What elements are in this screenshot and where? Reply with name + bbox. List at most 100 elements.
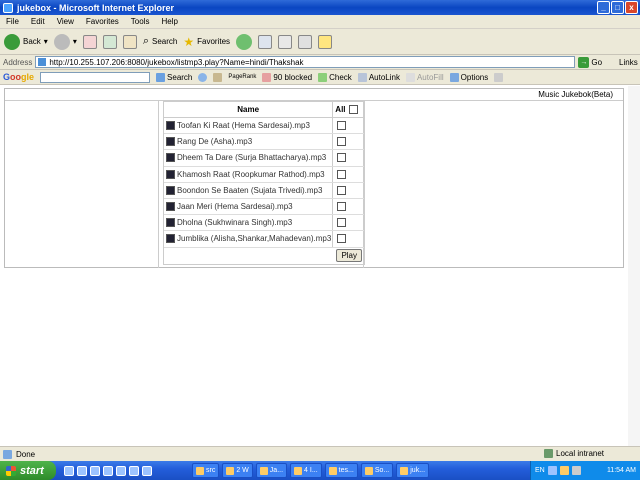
check-button[interactable]: Check bbox=[318, 72, 352, 82]
song-name: Jaan Meri (Hema Sardesai).mp3 bbox=[177, 202, 293, 212]
taskbar-item[interactable]: tes... bbox=[324, 463, 358, 478]
name-column-header: Name bbox=[237, 105, 260, 114]
go-label: Go bbox=[591, 57, 603, 67]
window-titlebar[interactable]: jukebox - Microsoft Internet Explorer _ … bbox=[0, 0, 640, 15]
song-checkbox[interactable] bbox=[337, 153, 347, 163]
quicklaunch-icon[interactable] bbox=[64, 465, 74, 476]
forward-button[interactable]: ▾ bbox=[53, 33, 77, 50]
song-name: Boondon Se Baaten (Sujata Trivedi).mp3 bbox=[177, 185, 323, 195]
back-button[interactable]: Back ▾ bbox=[4, 33, 48, 50]
close-button[interactable]: x bbox=[625, 1, 638, 14]
quicklaunch-icon[interactable] bbox=[103, 465, 113, 476]
song-name: Toofan Ki Raat (Hema Sardesai).mp3 bbox=[177, 121, 310, 131]
song-name: Dheem Ta Dare (Surja Bhattacharya).mp3 bbox=[177, 153, 327, 163]
autofill-button[interactable]: AutoFill bbox=[405, 72, 444, 82]
go-arrow-icon: → bbox=[578, 56, 590, 68]
window-icon bbox=[259, 466, 268, 475]
page-icon bbox=[38, 58, 47, 66]
language-indicator[interactable]: EN bbox=[535, 467, 545, 474]
ie-icon bbox=[3, 2, 13, 13]
back-label: Back bbox=[23, 37, 41, 46]
song-checkbox[interactable] bbox=[337, 169, 347, 179]
taskbar-item[interactable]: Ja... bbox=[255, 463, 288, 478]
menu-tools[interactable]: Tools bbox=[131, 17, 150, 26]
address-input[interactable]: http://10.255.107.206:8080/jukebox/listm… bbox=[35, 56, 576, 68]
tray-icon[interactable] bbox=[547, 466, 557, 475]
search-icon bbox=[156, 72, 166, 82]
search-button[interactable]: ⌕ Search bbox=[143, 35, 178, 48]
google-search-label: Search bbox=[167, 72, 193, 82]
google-logo[interactable]: Google bbox=[3, 72, 34, 82]
song-checkbox[interactable] bbox=[337, 234, 347, 244]
mail-icon[interactable] bbox=[258, 34, 273, 49]
check-label: Check bbox=[329, 72, 352, 82]
taskbar-item[interactable]: 2 W bbox=[222, 463, 253, 478]
window-icon bbox=[400, 466, 409, 475]
tray-icon[interactable] bbox=[559, 466, 569, 475]
spellcheck-icon bbox=[318, 72, 328, 82]
song-checkbox[interactable] bbox=[337, 218, 347, 228]
taskbar-item[interactable]: 4 I... bbox=[290, 463, 322, 478]
song-checkbox[interactable] bbox=[337, 185, 347, 195]
go-button[interactable]: → Go bbox=[578, 56, 603, 68]
chevron-down-icon: ▾ bbox=[72, 37, 77, 46]
window-icon bbox=[364, 466, 373, 475]
menu-help[interactable]: Help bbox=[161, 17, 177, 26]
links-button[interactable]: Links bbox=[619, 58, 638, 67]
quicklaunch-icon[interactable] bbox=[129, 465, 139, 476]
minimize-button[interactable]: _ bbox=[597, 1, 610, 14]
all-label: All bbox=[335, 105, 346, 114]
options-label: Options bbox=[460, 72, 489, 82]
home-icon[interactable] bbox=[122, 34, 137, 49]
search-icon: ⌕ bbox=[142, 35, 149, 47]
autofill-label: AutoFill bbox=[416, 72, 444, 82]
popup-blocker[interactable]: 90 blocked bbox=[262, 72, 313, 82]
menu-edit[interactable]: Edit bbox=[31, 17, 45, 26]
history-icon[interactable] bbox=[236, 33, 253, 50]
song-checkbox[interactable] bbox=[337, 202, 347, 212]
stop-icon[interactable] bbox=[82, 34, 97, 49]
menu-favorites[interactable]: Favorites bbox=[86, 17, 119, 26]
quicklaunch-icon[interactable] bbox=[116, 465, 126, 476]
clock[interactable]: 11:54 AM bbox=[607, 467, 640, 474]
security-zone[interactable]: Local intranet bbox=[544, 449, 604, 458]
play-button[interactable]: Play bbox=[336, 249, 362, 262]
google-search-input[interactable] bbox=[40, 71, 151, 83]
mp3-file-icon bbox=[166, 185, 175, 195]
google-search-button[interactable]: Search bbox=[156, 72, 193, 82]
pencil-icon[interactable] bbox=[494, 72, 504, 82]
taskbar-item[interactable]: juk... bbox=[396, 463, 430, 478]
messenger-icon[interactable] bbox=[318, 34, 333, 49]
start-button[interactable]: start bbox=[0, 461, 56, 480]
autolink-button[interactable]: AutoLink bbox=[357, 72, 400, 82]
print-icon[interactable] bbox=[278, 34, 293, 49]
news-icon[interactable] bbox=[213, 72, 223, 82]
song-checkbox[interactable] bbox=[337, 137, 347, 147]
search-label: Search bbox=[152, 37, 178, 46]
select-all-checkbox[interactable] bbox=[348, 105, 358, 114]
windows-flag-icon bbox=[6, 465, 16, 476]
window-icon bbox=[226, 466, 235, 475]
refresh-icon[interactable] bbox=[102, 34, 117, 49]
quicklaunch-icon[interactable] bbox=[77, 465, 87, 476]
edit-icon[interactable] bbox=[298, 34, 313, 49]
tray-icon[interactable] bbox=[571, 466, 581, 475]
taskbar-item[interactable]: src bbox=[192, 463, 220, 478]
options-icon bbox=[449, 72, 459, 82]
menu-view[interactable]: View bbox=[57, 17, 74, 26]
quicklaunch-icon[interactable] bbox=[142, 465, 152, 476]
favorites-button[interactable]: ★ Favorites bbox=[183, 35, 230, 49]
pagerank-indicator[interactable]: PageRank bbox=[228, 74, 256, 80]
maximize-button[interactable]: □ bbox=[611, 1, 624, 14]
song-checkbox[interactable] bbox=[337, 121, 347, 131]
star-icon: ★ bbox=[183, 34, 195, 49]
scrollbar[interactable] bbox=[628, 86, 640, 446]
blocked-label: 90 blocked bbox=[273, 72, 313, 82]
quicklaunch-icon[interactable] bbox=[90, 465, 100, 476]
menu-file[interactable]: File bbox=[6, 17, 19, 26]
mp3-file-icon bbox=[166, 234, 175, 244]
table-row: Boondon Se Baaten (Sujata Trivedi).mp3 bbox=[164, 182, 364, 199]
taskbar-item[interactable]: So... bbox=[360, 463, 394, 478]
globe-icon[interactable] bbox=[198, 72, 208, 82]
options-button[interactable]: Options bbox=[449, 72, 489, 82]
